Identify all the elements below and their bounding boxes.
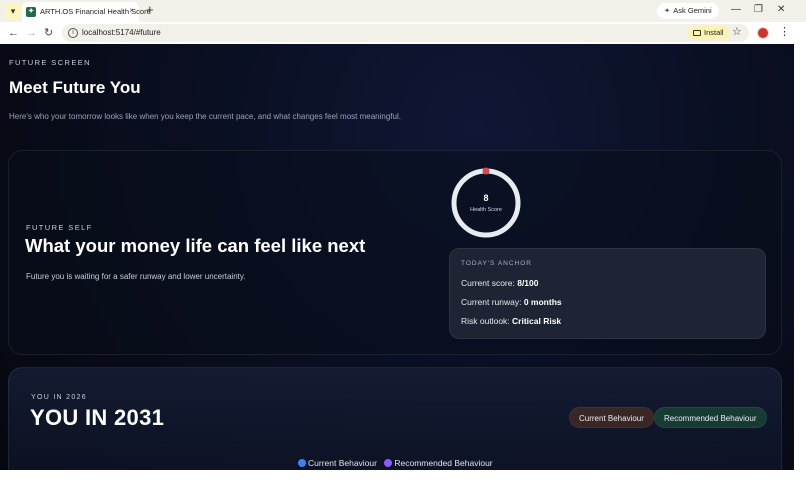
health-score-value: 8 xyxy=(483,193,489,203)
back-icon[interactable]: ← xyxy=(8,26,19,40)
legend-dot-current xyxy=(298,459,306,467)
tab-title: ARTH.OS Financial Health Score xyxy=(40,7,151,16)
projection-title: YOU IN 2031 xyxy=(30,405,165,430)
page-subtitle: Here's who your tomorrow looks like when… xyxy=(9,112,401,121)
risk-outlook-label: Risk outlook: xyxy=(461,316,513,326)
todays-anchor-panel: TODAY'S ANCHOR Current score: 8/100 Curr… xyxy=(449,248,766,339)
health-score-gauge: 8 Health Score xyxy=(450,167,522,239)
legend-item-recommended[interactable]: Recommended Behaviour xyxy=(384,458,493,468)
reload-icon[interactable]: ↻ xyxy=(44,26,53,40)
ask-gemini-button[interactable]: ✦ Ask Gemini xyxy=(657,3,719,19)
minimize-icon[interactable]: — xyxy=(731,4,741,16)
future-self-eyebrow: FUTURE SELF xyxy=(26,223,93,232)
legend-label-recommended: Recommended Behaviour xyxy=(394,458,493,468)
tab-close-icon[interactable]: × xyxy=(129,6,134,15)
gauge-marker xyxy=(482,167,490,175)
projection-card: YOU IN 2026 YOU IN 2031 Current Behaviou… xyxy=(8,367,782,470)
page-scrollbar[interactable] xyxy=(794,44,806,470)
browser-tab-strip: ▾ ✦ ARTH.OS Financial Health Score × + ✦… xyxy=(0,0,806,22)
legend-item-current[interactable]: Current Behaviour xyxy=(298,458,379,468)
sparkle-icon: ✦ xyxy=(664,6,671,15)
current-score-value: 8/100 xyxy=(517,278,539,288)
screen-eyebrow: FUTURE SCREEN xyxy=(9,58,91,67)
legend-label-current: Current Behaviour xyxy=(308,458,377,468)
browser-menu-icon[interactable]: ⋮ xyxy=(779,26,790,38)
current-behaviour-toggle[interactable]: Current Behaviour xyxy=(569,407,654,428)
install-label: Install xyxy=(704,28,724,37)
legend-dot-recommended xyxy=(384,459,393,467)
install-icon xyxy=(693,30,701,37)
address-bar[interactable]: i localhost:5174/#future Install ☆ xyxy=(62,24,749,42)
projection-eyebrow: YOU IN 2026 xyxy=(31,394,87,401)
new-tab-button[interactable]: + xyxy=(146,3,154,17)
app-favicon-icon: ✦ xyxy=(26,7,36,17)
recommended-behaviour-toggle[interactable]: Recommended Behaviour xyxy=(654,407,767,428)
page-title: Meet Future You xyxy=(9,78,141,97)
current-score-label: Current score: xyxy=(461,278,518,288)
future-self-heading: What your money life can feel like next xyxy=(25,235,366,256)
browser-toolbar: ← → ↻ i localhost:5174/#future Install ☆ xyxy=(0,22,806,44)
current-score-row: Current score: 8/100 xyxy=(461,278,539,288)
current-runway-value: 0 months xyxy=(523,297,562,307)
site-info-icon[interactable]: i xyxy=(68,28,78,38)
active-tab[interactable]: ✦ ARTH.OS Financial Health Score × xyxy=(22,2,151,22)
forward-icon[interactable]: → xyxy=(26,26,37,40)
current-runway-row: Current runway: 0 months xyxy=(461,297,562,307)
install-app-button[interactable]: Install xyxy=(688,26,730,40)
window-close-icon[interactable]: ✕ xyxy=(777,4,785,16)
future-self-card: FUTURE SELF What your money life can fee… xyxy=(8,150,782,355)
profile-avatar[interactable] xyxy=(757,27,769,39)
gauge-track xyxy=(451,168,521,238)
risk-outlook-value: Critical Risk xyxy=(512,316,562,326)
restore-icon[interactable]: ❐ xyxy=(754,4,763,16)
chart-legend: Current Behaviour Recommended Behaviour xyxy=(298,458,498,468)
app-viewport: FUTURE SCREEN Meet Future You Here's who… xyxy=(0,44,794,470)
window-bottom-strip xyxy=(0,470,806,490)
tab-search-button[interactable]: ▾ xyxy=(5,3,21,19)
future-self-body: Future you is waiting for a safer runway… xyxy=(26,272,246,281)
ask-gemini-label: Ask Gemini xyxy=(673,6,712,15)
gauge-ring xyxy=(451,167,521,238)
current-runway-label: Current runway: xyxy=(461,297,524,307)
anchor-eyebrow: TODAY'S ANCHOR xyxy=(461,260,532,267)
url-text[interactable]: localhost:5174/#future xyxy=(82,28,161,37)
risk-outlook-row: Risk outlook: Critical Risk xyxy=(461,316,561,326)
bookmark-star-icon[interactable]: ☆ xyxy=(732,25,742,38)
health-score-label: Health Score xyxy=(470,207,502,213)
